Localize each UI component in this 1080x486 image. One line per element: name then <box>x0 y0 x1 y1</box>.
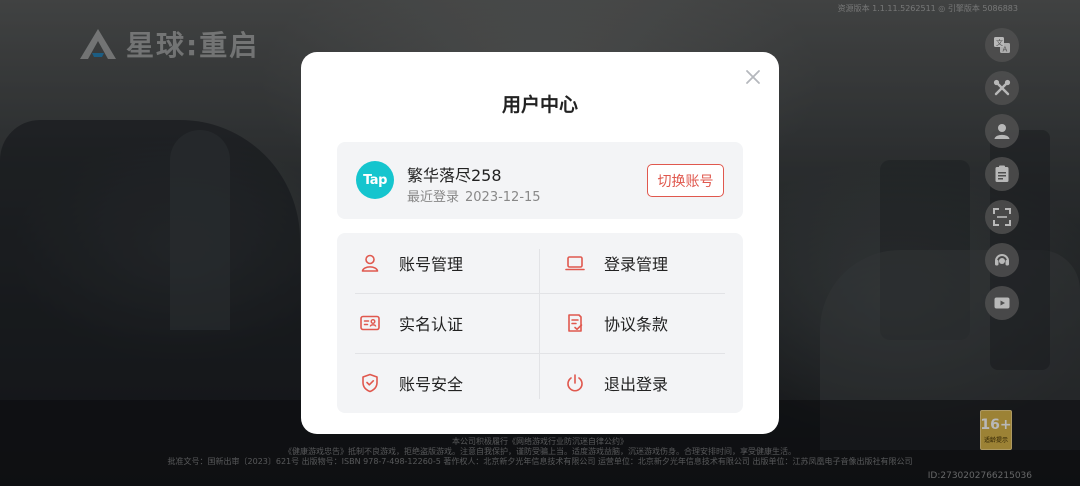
account-card: Tap 繁华落尽258 最近登录 2023-12-15 切换账号 <box>337 142 743 219</box>
login-manage-item[interactable]: 登录管理 <box>540 233 725 293</box>
menu-panel: 账号管理 登录管理 实名认证 协议条款 账号安全 退出登录 <box>337 233 743 413</box>
user-outline-icon <box>359 252 381 274</box>
close-button[interactable] <box>743 67 763 87</box>
switch-account-button[interactable]: 切换账号 <box>647 164 724 197</box>
taptap-logo-text: Tap <box>363 172 387 188</box>
login-manage-label: 登录管理 <box>604 255 669 274</box>
realname-verify-item[interactable]: 实名认证 <box>337 293 522 353</box>
last-login-label: 最近登录 <box>407 190 460 205</box>
dialog-title: 用户中心 <box>501 94 578 116</box>
account-manage-item[interactable]: 账号管理 <box>337 233 522 293</box>
last-login-date: 2023-12-15 <box>465 190 541 205</box>
account-manage-label: 账号管理 <box>399 255 464 274</box>
taptap-avatar: Tap <box>356 161 394 199</box>
agreement-item[interactable]: 协议条款 <box>540 293 725 353</box>
username: 繁华落尽258 <box>407 166 502 185</box>
document-check-icon <box>564 312 586 334</box>
realname-verify-label: 实名认证 <box>399 315 464 334</box>
user-center-dialog: 用户中心 Tap 繁华落尽258 最近登录 2023-12-15 切换账号 账号管… <box>301 52 779 434</box>
account-security-label: 账号安全 <box>399 375 464 394</box>
power-icon <box>564 372 586 394</box>
id-card-icon <box>359 312 381 334</box>
shield-icon <box>359 372 381 394</box>
last-login: 最近登录 2023-12-15 <box>407 186 541 205</box>
close-icon <box>746 70 760 84</box>
laptop-icon <box>564 252 586 274</box>
logout-label: 退出登录 <box>604 375 669 394</box>
logout-item[interactable]: 退出登录 <box>540 353 725 413</box>
account-security-item[interactable]: 账号安全 <box>337 353 522 413</box>
agreement-label: 协议条款 <box>604 315 669 334</box>
